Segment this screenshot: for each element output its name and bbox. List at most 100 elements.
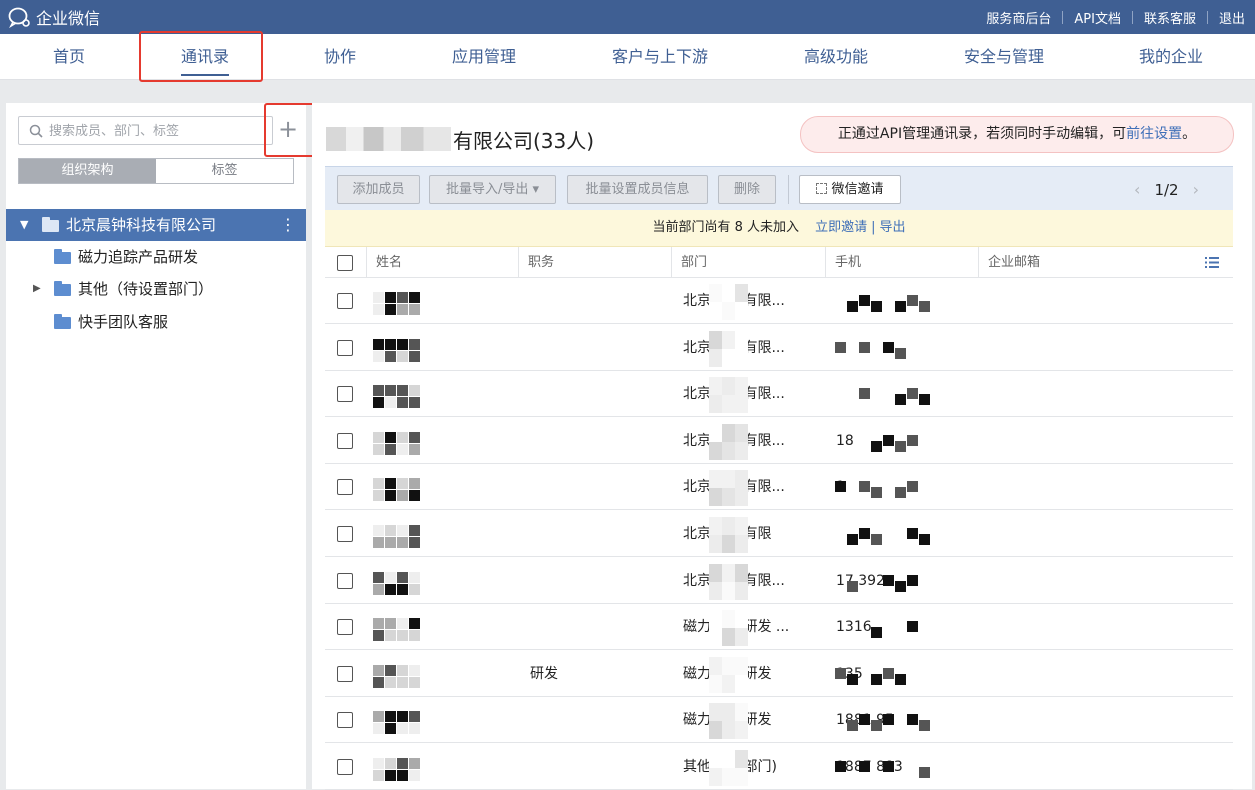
col-email[interactable]: 企业邮箱 xyxy=(978,247,1178,278)
col-title[interactable]: 职务 xyxy=(518,247,670,278)
redacted-name xyxy=(373,659,423,689)
select-all-checkbox[interactable] xyxy=(337,255,353,271)
row-checkbox[interactable] xyxy=(337,386,353,403)
redacted-department xyxy=(709,282,749,320)
page-indicator: 1/2 xyxy=(1154,181,1179,199)
tree-node-dept[interactable]: ▶ 其他（待设置部门） xyxy=(6,274,306,304)
table-row[interactable]: 北京 科技有限... xyxy=(325,278,1233,324)
divider xyxy=(788,175,789,204)
redacted-phone xyxy=(835,381,935,407)
row-checkbox[interactable] xyxy=(337,432,353,449)
redacted-phone xyxy=(835,521,935,547)
row-checkbox[interactable] xyxy=(337,526,353,542)
wechat-invite-label: 微信邀请 xyxy=(831,182,884,197)
nav-security[interactable]: 安全与管理 xyxy=(964,34,1044,80)
api-docs-link[interactable]: API文档 xyxy=(1063,8,1132,27)
row-checkbox[interactable] xyxy=(337,619,353,636)
table-row[interactable]: 研发磁力 产品研发135 xyxy=(325,651,1233,697)
tab-org-structure[interactable]: 组织架构 xyxy=(19,159,156,183)
row-checkbox[interactable] xyxy=(337,479,353,496)
table-row[interactable]: 北京 科技有限... 18 xyxy=(325,418,1233,464)
wecom-logo-icon xyxy=(8,7,30,28)
app-logo[interactable]: 企业微信 xyxy=(8,6,100,28)
table-row[interactable]: 其他 设置部门)1887 883 xyxy=(325,744,1233,790)
tree-node-label: 磁力追踪产品研发 xyxy=(78,248,199,266)
table-row[interactable]: 北京 科技有限... 17 392 xyxy=(325,558,1233,604)
search-input[interactable] xyxy=(49,121,264,141)
batch-import-export-button[interactable]: 批量导入/导出 ▾ xyxy=(429,175,556,204)
table-row[interactable]: 北京 科技有限...1 xyxy=(325,464,1233,511)
add-member-button[interactable]: 添加成员 xyxy=(337,175,420,204)
row-checkbox[interactable] xyxy=(337,665,353,682)
redacted-phone xyxy=(835,614,935,640)
tree-root-label: 北京晨钟科技有限公司 xyxy=(66,216,217,234)
api-notice: 正通过API管理通讯录，若须同时手动编辑，可前往设置。 xyxy=(800,116,1234,153)
invite-now-link[interactable]: 立即邀请 xyxy=(815,220,867,235)
tree-node-dept[interactable]: 快手团队客服 xyxy=(6,307,306,337)
row-checkbox[interactable] xyxy=(337,293,353,309)
table-row[interactable]: 磁力 产品研发 ...1316 xyxy=(325,604,1233,651)
redacted-department xyxy=(709,655,749,693)
notice-settings-link[interactable]: 前往设置 xyxy=(1126,126,1182,142)
redacted-department xyxy=(709,608,749,647)
redacted-department xyxy=(709,422,749,460)
export-link[interactable]: 导出 xyxy=(880,220,906,235)
delete-button[interactable]: 删除 xyxy=(718,175,776,204)
tree-node-dept[interactable]: 磁力追踪产品研发 xyxy=(6,242,306,272)
contact-support-link[interactable]: 联系客服 xyxy=(1133,8,1207,27)
pending-text: 当前部门尚有 8 人未加入 xyxy=(652,220,799,235)
redacted-phone xyxy=(835,474,935,500)
table-row[interactable]: 北京 科技有限... xyxy=(325,371,1233,418)
highlight-box-contacts xyxy=(139,31,263,82)
collapse-arrow-icon[interactable]: ▼ xyxy=(20,209,28,241)
qr-code-icon xyxy=(816,183,828,194)
redacted-name xyxy=(373,612,423,642)
service-console-link[interactable]: 服务商后台 xyxy=(975,8,1062,27)
batch-set-info-button[interactable]: 批量设置成员信息 xyxy=(567,175,708,204)
col-phone[interactable]: 手机 xyxy=(825,247,978,278)
nav-app-management[interactable]: 应用管理 xyxy=(452,34,516,80)
next-page-icon[interactable]: › xyxy=(1193,180,1199,199)
more-options-icon[interactable]: ⋮ xyxy=(280,209,296,241)
folder-icon xyxy=(54,314,71,329)
redacted-phone xyxy=(835,288,935,314)
redacted-name xyxy=(373,379,423,409)
nav-customers[interactable]: 客户与上下游 xyxy=(612,34,708,80)
top-links: 服务商后台 API文档 联系客服 退出 xyxy=(975,0,1251,34)
col-department[interactable]: 部门 xyxy=(671,247,823,278)
redacted-phone xyxy=(835,335,935,361)
row-checkbox[interactable] xyxy=(337,759,353,775)
nav-home[interactable]: 首页 xyxy=(53,34,85,80)
row-checkbox[interactable] xyxy=(337,339,353,356)
table-row[interactable]: 北京 科技有限... xyxy=(325,325,1233,371)
redacted-name xyxy=(373,333,423,363)
company-title-text: 有限公司(33人) xyxy=(453,128,595,153)
org-sidebar: + 组织架构 标签 ▼ 北京晨钟科技有限公司 ⋮ 磁力追踪产品研发 ▶ 其他（待… xyxy=(6,103,306,789)
expand-arrow-icon[interactable]: ▶ xyxy=(33,274,41,304)
col-name[interactable]: 姓名 xyxy=(366,247,518,278)
folder-icon xyxy=(42,217,59,232)
member-search[interactable] xyxy=(18,116,273,145)
member-toolbar: 添加成员 批量导入/导出 ▾ 批量设置成员信息 删除 微信邀请 ‹ 1/2 › xyxy=(325,166,1233,210)
table-row[interactable]: 磁力 产品研发1881 95 xyxy=(325,697,1233,744)
nav-advanced[interactable]: 高级功能 xyxy=(804,34,868,80)
nav-collaboration[interactable]: 协作 xyxy=(324,34,356,80)
table-header: 姓名 职务 部门 手机 企业邮箱 xyxy=(325,247,1233,278)
nav-my-enterprise[interactable]: 我的企业 xyxy=(1139,34,1203,80)
delete-label: 删除 xyxy=(733,182,760,197)
redacted-name xyxy=(373,705,423,735)
row-checkbox[interactable] xyxy=(337,712,353,729)
redacted-name xyxy=(373,426,423,456)
table-row[interactable]: 北京 科技有限 xyxy=(325,511,1233,557)
redacted-name xyxy=(373,566,423,596)
member-title: 研发 xyxy=(530,665,558,682)
logout-link[interactable]: 退出 xyxy=(1208,8,1251,27)
row-checkbox[interactable] xyxy=(337,572,353,589)
tab-tags[interactable]: 标签 xyxy=(156,159,293,183)
prev-page-icon[interactable]: ‹ xyxy=(1134,180,1140,199)
company-title: 有限公司(33人) xyxy=(326,125,594,153)
tree-root-company[interactable]: ▼ 北京晨钟科技有限公司 ⋮ xyxy=(6,209,306,241)
column-settings-icon[interactable] xyxy=(1205,257,1219,268)
redacted-name xyxy=(373,472,423,502)
wechat-invite-button[interactable]: 微信邀请 xyxy=(799,175,901,204)
